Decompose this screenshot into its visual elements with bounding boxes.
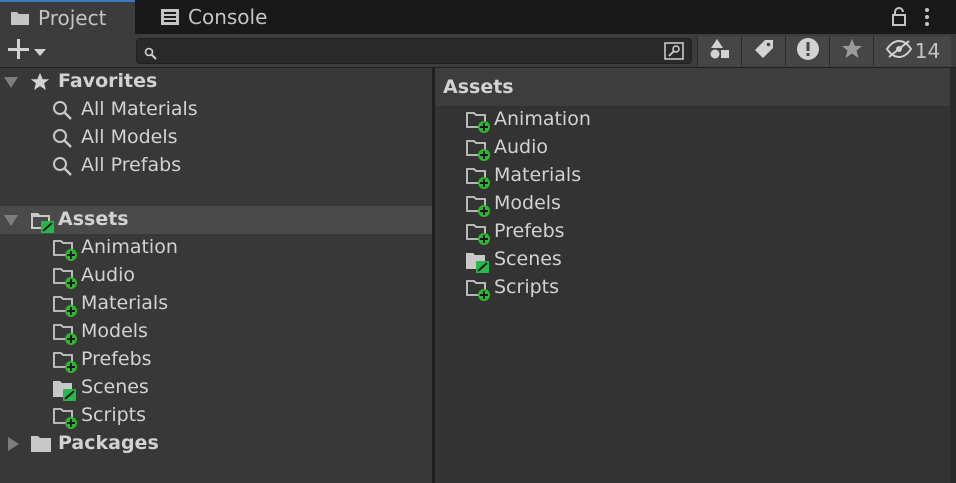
- list-item[interactable]: Prefebs: [435, 218, 950, 246]
- tree-item-folder[interactable]: Audio: [0, 262, 432, 290]
- tree-item-folder[interactable]: Animation: [0, 234, 432, 262]
- folder-added-icon: [465, 278, 493, 302]
- console-icon: [160, 8, 180, 26]
- tree-item-label: Audio: [81, 264, 136, 286]
- folder-icon: [10, 10, 30, 26]
- folder-added-icon: [465, 166, 493, 190]
- filter-by-label-button[interactable]: [741, 36, 785, 66]
- folder-added-icon: [465, 222, 493, 246]
- search-by-type-button[interactable]: [661, 41, 687, 61]
- list-item[interactable]: Materials: [435, 162, 950, 190]
- tree-item-label: Favorites: [58, 70, 158, 92]
- save-search-button[interactable]: [829, 36, 873, 66]
- folder-added-icon: [52, 322, 80, 346]
- folder-added-icon: [52, 266, 80, 290]
- tree-item-label: All Prefabs: [81, 154, 182, 176]
- tree-item-folder[interactable]: Scenes: [0, 374, 432, 402]
- folder-icon: [30, 435, 52, 453]
- tree-item-label: Animation: [81, 236, 178, 258]
- list-item[interactable]: Animation: [435, 106, 950, 134]
- tree-item-label: All Models: [81, 126, 178, 148]
- tree-item-packages[interactable]: Packages: [0, 430, 432, 458]
- lock-icon[interactable]: [890, 6, 908, 33]
- tree-item-all-prefabs[interactable]: All Prefabs: [0, 152, 432, 180]
- tree-item-folder[interactable]: Scripts: [0, 402, 432, 430]
- tab-bar: Project Console: [0, 0, 956, 34]
- tree-item-all-materials[interactable]: All Materials: [0, 96, 432, 124]
- tree-item-favorites[interactable]: Favorites: [0, 68, 432, 96]
- create-button[interactable]: [6, 36, 56, 66]
- toolbar: 14: [0, 34, 956, 68]
- tab-console[interactable]: Console: [150, 0, 267, 34]
- folder-added-icon: [52, 350, 80, 374]
- folder-modified-icon: [30, 210, 56, 234]
- tree-item-label: Materials: [81, 292, 169, 314]
- folder-modified-icon: [465, 250, 493, 274]
- folder-added-icon: [52, 294, 80, 318]
- list-item[interactable]: Scenes: [435, 246, 950, 274]
- tab-label: Project: [38, 6, 107, 30]
- hidden-packages-count: 14: [914, 39, 941, 63]
- tree-item-all-models[interactable]: All Models: [0, 124, 432, 152]
- list-item[interactable]: Models: [435, 190, 950, 218]
- tab-project[interactable]: Project: [0, 0, 135, 34]
- breadcrumb-assets[interactable]: Assets: [443, 76, 514, 98]
- expand-arrow-icon[interactable]: [4, 75, 18, 89]
- tree-item-label: Scripts: [81, 404, 147, 426]
- scrollbar[interactable]: [950, 68, 956, 483]
- search-icon: [52, 128, 74, 150]
- list-item[interactable]: Scripts: [435, 274, 950, 302]
- list-item-label: Materials: [494, 164, 582, 186]
- filter-by-type-button[interactable]: [697, 36, 741, 66]
- search-icon: [52, 100, 74, 122]
- plus-icon: [6, 37, 30, 66]
- asset-list: Assets Animation Audio Materials Models …: [435, 68, 950, 483]
- search-input[interactable]: [136, 38, 692, 64]
- tree-item-folder[interactable]: Prefebs: [0, 346, 432, 374]
- tree-item-label: Assets: [58, 208, 129, 230]
- collapse-arrow-icon[interactable]: [6, 437, 20, 451]
- tag-icon: [753, 38, 775, 65]
- folder-added-icon: [52, 238, 80, 262]
- tab-label: Console: [188, 5, 268, 29]
- hidden-packages-toggle[interactable]: 14: [873, 36, 951, 66]
- folder-added-icon: [465, 110, 493, 134]
- folder-tree: Favorites All Materials All Models All P…: [0, 68, 432, 483]
- tree-item-label: Prefebs: [81, 348, 152, 370]
- tree-item-label: Packages: [58, 432, 159, 454]
- tree-item-label: Models: [81, 320, 148, 342]
- list-item-label: Scripts: [494, 276, 560, 298]
- eye-hidden-icon: [885, 39, 913, 64]
- star-icon: [30, 72, 50, 92]
- more-options-icon[interactable]: [922, 6, 932, 33]
- filter-by-status-button[interactable]: [785, 36, 829, 66]
- breadcrumb: Assets: [435, 68, 950, 106]
- tree-item-assets[interactable]: Assets: [0, 206, 432, 234]
- tree-item-label: Scenes: [81, 376, 149, 398]
- folder-added-icon: [465, 194, 493, 218]
- star-icon: [841, 38, 863, 65]
- list-item[interactable]: Audio: [435, 134, 950, 162]
- folder-modified-icon: [52, 378, 80, 402]
- tree-item-label: All Materials: [81, 98, 198, 120]
- warning-icon: [796, 37, 820, 66]
- shapes-icon: [709, 38, 731, 65]
- list-item-label: Scenes: [494, 248, 562, 270]
- list-item-label: Prefebs: [494, 220, 565, 242]
- tree-item-folder[interactable]: Materials: [0, 290, 432, 318]
- list-item-label: Animation: [494, 108, 591, 130]
- chevron-down-icon: [34, 40, 46, 62]
- list-item-label: Audio: [494, 136, 549, 158]
- folder-added-icon: [52, 406, 80, 430]
- expand-arrow-icon[interactable]: [4, 213, 18, 227]
- tree-item-folder[interactable]: Models: [0, 318, 432, 346]
- list-item-label: Models: [494, 192, 561, 214]
- folder-added-icon: [465, 138, 493, 162]
- search-icon: [144, 44, 158, 66]
- search-icon: [52, 156, 74, 178]
